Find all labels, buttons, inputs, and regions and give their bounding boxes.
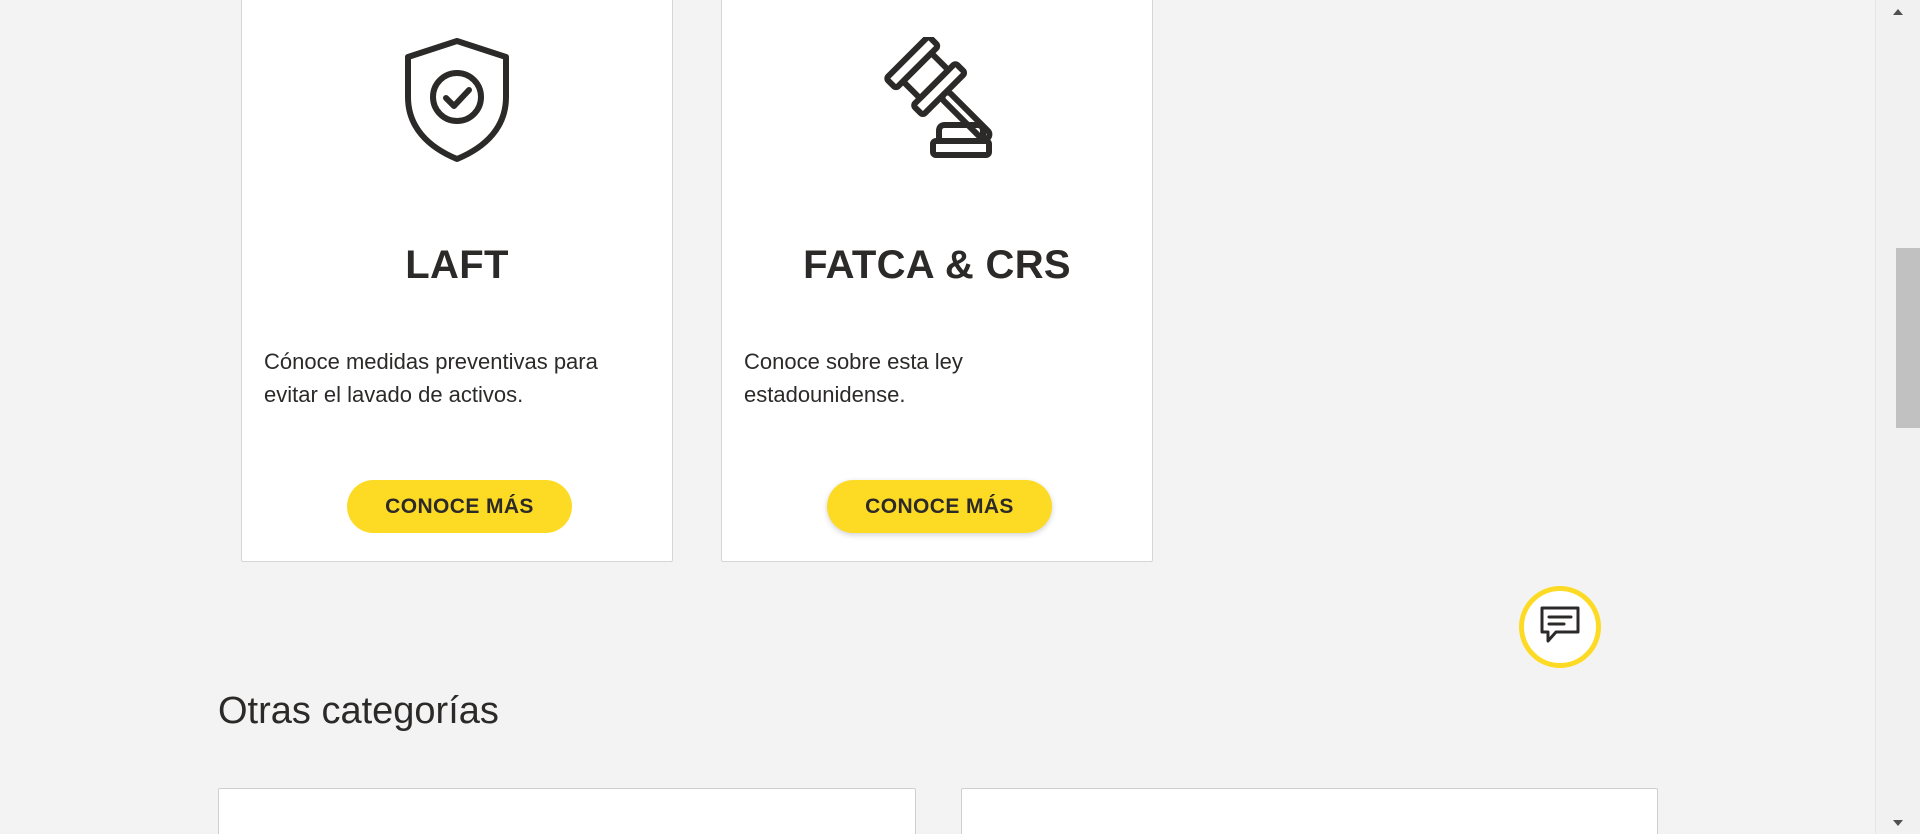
category-card[interactable] [961,788,1658,834]
page: LAFT Cónoce medidas preventivas para evi… [0,0,1920,834]
scroll-thumb[interactable] [1896,248,1920,428]
gavel-icon [722,31,1152,167]
fatca-crs-card: FATCA & CRS Conoce sobre esta ley estado… [721,0,1153,562]
category-card[interactable] [218,788,916,834]
card-description: Conoce sobre esta ley estadounidense. [744,349,963,407]
shield-check-icon [242,31,672,167]
conoce-mas-laft-button[interactable]: CONOCE MÁS [347,480,572,533]
card-title: LAFT [405,243,509,287]
card-title: FATCA & CRS [803,243,1071,287]
scroll-down-arrow-icon[interactable] [1875,812,1920,834]
scrollbar-divider [1875,0,1876,834]
laft-card: LAFT Cónoce medidas preventivas para evi… [241,0,673,562]
chat-button[interactable] [1519,586,1601,668]
chat-bubble-icon [1538,604,1582,651]
scroll-up-arrow-icon[interactable] [1875,0,1920,22]
conoce-mas-fatca-button[interactable]: CONOCE MÁS [827,480,1052,533]
card-description: Cónoce medidas preventivas para evitar e… [264,349,598,407]
scrollbar[interactable] [1875,0,1920,834]
other-categories-title: Otras categorías [218,690,499,732]
